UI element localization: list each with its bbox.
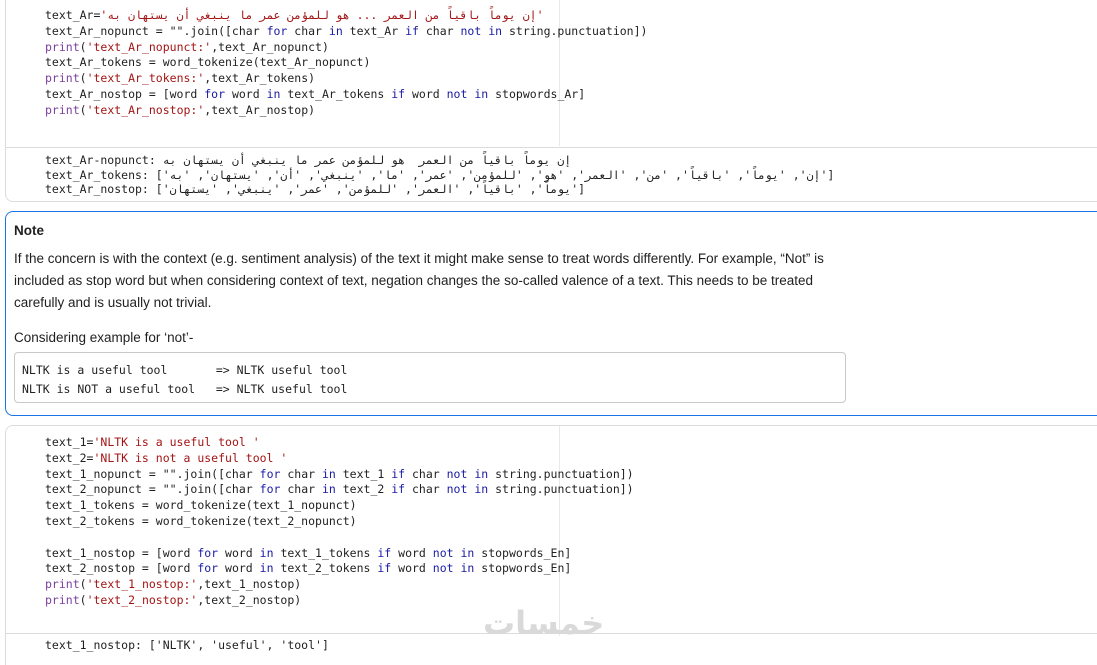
example-line: NLTK is a useful tool => NLTK useful too…	[22, 363, 348, 377]
cell-output: text_Ar-nopunct: إن يوماً باقياً من العم…	[45, 153, 835, 196]
note-example-box: NLTK is a useful tool => NLTK useful too…	[14, 352, 846, 403]
code-cell-arabic[interactable]: text_Ar='إن يوماً باقياً من العمر ... هو…	[5, 0, 1097, 202]
code-editor[interactable]: text_1='NLTK is a useful tool ' text_2='…	[45, 435, 634, 609]
note-markdown-cell[interactable]: Note If the concern is with the context …	[5, 211, 1097, 416]
code-editor[interactable]: text_Ar='إن يوماً باقياً من العمر ... هو…	[45, 8, 647, 119]
output-separator	[6, 147, 1097, 148]
cell-output: text_1_nostop: ['NLTK', 'useful', 'tool'…	[45, 638, 329, 652]
example-line: NLTK is NOT a useful tool => NLTK useful…	[22, 382, 348, 396]
note-example-label: Considering example for ‘not’-	[14, 330, 194, 345]
note-title: Note	[14, 223, 44, 238]
watermark-logo: خمسات	[483, 605, 605, 641]
note-body: If the concern is with the context (e.g.…	[14, 251, 824, 310]
